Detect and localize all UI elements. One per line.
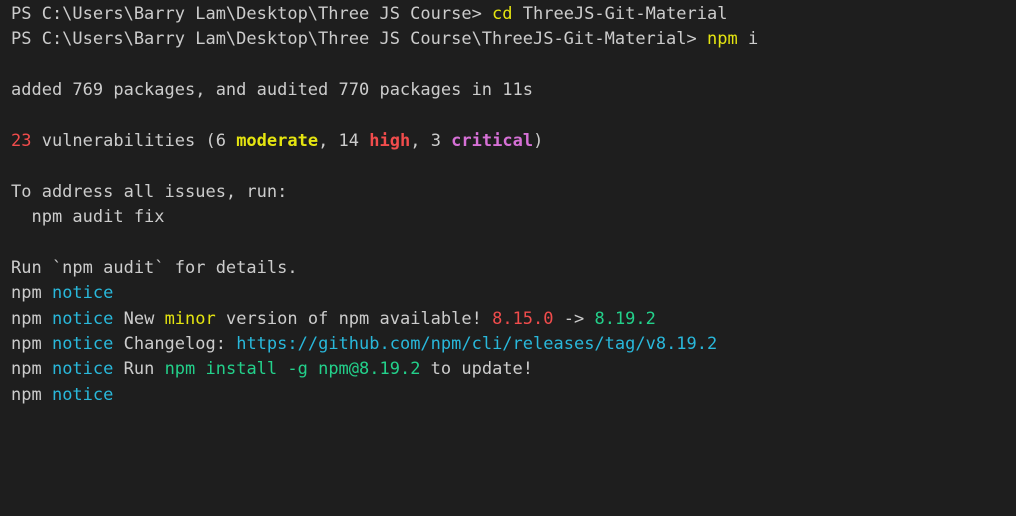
terminal-output: PS C:\Users\Barry Lam\Desktop\Three JS C… [11,2,1016,408]
terminal-text-segment: To address all issues, run: [11,181,288,202]
terminal-text-segment: notice [51,308,114,329]
terminal-text-segment: minor [164,308,216,329]
terminal-text-segment: critical [451,130,534,151]
terminal-text-segment: cd [492,4,513,24]
terminal-line: npm notice [11,383,1016,408]
terminal-text-segment: added 769 packages, and audited 770 pack… [11,80,533,101]
terminal-text-segment: version of npm available! [215,308,493,329]
terminal-line: npm audit fix [11,205,1016,230]
terminal-text-segment: , 3 [410,130,452,151]
terminal-text-segment: vulnerabilities (6 [31,130,237,151]
terminal-text-segment: npm [11,283,52,304]
terminal-line: Run `npm audit` for details. [11,256,1016,281]
terminal-text-segment: notice [51,283,114,304]
terminal-text-segment: 8.15.0 [492,308,554,329]
terminal-line: npm notice Run npm install -g npm@8.19.2… [11,357,1016,382]
terminal-text-segment: i [737,29,759,50]
terminal-text-segment: PS C:\Users\Barry Lam\Desktop\Three JS C… [11,29,707,50]
terminal-line: PS C:\Users\Barry Lam\Desktop\Three JS C… [11,2,1016,27]
terminal-text-segment: Changelog: [113,334,237,355]
terminal-text-segment: npm [11,384,52,405]
terminal-text-segment: moderate [236,130,319,151]
terminal-line: 23 vulnerabilities (6 moderate, 14 high,… [11,129,1016,154]
terminal-text-segment: notice [51,334,114,355]
terminal-text-segment: ) [533,130,544,151]
terminal-text-segment: ThreeJS-Git-Material [512,4,728,24]
terminal-text-segment: to update! [420,359,534,380]
terminal-text-segment: notice [51,359,114,380]
terminal-text-segment: Run [113,359,165,380]
terminal-text-segment: , 14 [318,130,370,151]
terminal-text-segment: npm [11,359,52,380]
terminal-line: To address all issues, run: [11,180,1016,205]
terminal-text-segment: npm audit fix [11,207,165,228]
terminal-text-segment: https://github.com/npm/cli/releases/tag/… [236,334,718,355]
terminal-line: PS C:\Users\Barry Lam\Desktop\Three JS C… [11,27,1016,52]
terminal-text-segment: 23 [11,130,32,151]
terminal-line: ​ [11,154,1016,179]
terminal-panel[interactable]: PS C:\Users\Barry Lam\Desktop\Three JS C… [0,0,1016,516]
terminal-line: npm notice [11,281,1016,306]
terminal-text-segment: -> [553,308,595,329]
terminal-text-segment: 8.19.2 [594,308,656,329]
terminal-line: ​ [11,104,1016,129]
terminal-text-segment: notice [51,384,114,405]
terminal-text-segment: npm [11,308,52,329]
terminal-text-segment: PS C:\Users\Barry Lam\Desktop\Three JS C… [11,4,493,24]
terminal-line: npm notice Changelog: https://github.com… [11,332,1016,357]
terminal-line: ​ [11,231,1016,256]
terminal-line: npm notice New minor version of npm avai… [11,307,1016,332]
terminal-line: ​ [11,53,1016,78]
terminal-text-segment: high [369,130,411,151]
terminal-text-segment: Run `npm audit` for details. [11,257,298,278]
terminal-line: added 769 packages, and audited 770 pack… [11,78,1016,103]
terminal-text-segment: npm install -g npm@8.19.2 [164,359,421,380]
terminal-text-segment: New [113,308,165,329]
terminal-text-segment: npm [11,334,52,355]
terminal-text-segment: npm [706,29,738,50]
